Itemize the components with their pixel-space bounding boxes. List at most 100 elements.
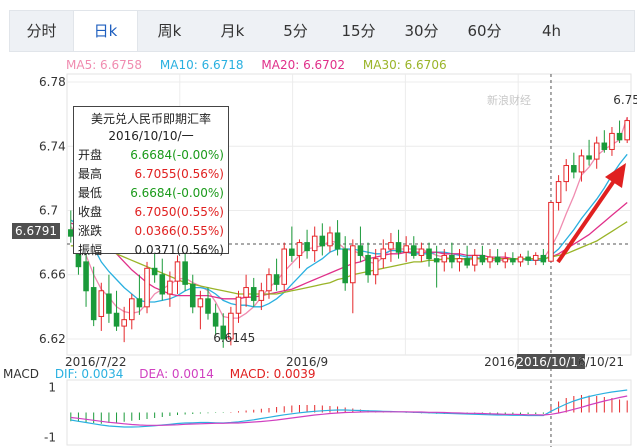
tooltip-row-label: 最低 (78, 186, 103, 200)
candle-body (151, 267, 158, 276)
candle-body (197, 298, 204, 308)
candle-body (502, 258, 509, 263)
candle-body (258, 290, 265, 301)
candle-body (289, 248, 295, 256)
candle-body (571, 165, 577, 173)
candle-body (609, 132, 615, 150)
tooltip-row: 振幅 0.0371(0.56%) (74, 241, 228, 260)
candle-body (212, 312, 219, 327)
macd-value-legend: MACD: 0.0039 (229, 367, 316, 381)
candle-body (418, 248, 425, 256)
candle-body (90, 287, 97, 321)
tooltip-title: 美元兑人民币即期汇率 (90, 112, 211, 126)
trend-arrow-head (605, 163, 626, 188)
tooltip-row-value: 6.6684(-0.00%) (130, 186, 224, 200)
candle-body (388, 242, 394, 250)
tooltip-row-label: 振幅 (78, 243, 103, 257)
candle-body (357, 245, 364, 256)
candle-body (205, 298, 211, 314)
candle-body (441, 254, 448, 263)
candle-body (136, 298, 143, 308)
candle-body (555, 181, 562, 203)
tooltip-row: 开盘 6.6684(-0.00%) (74, 146, 228, 165)
candle-body (235, 296, 242, 314)
candle-body (83, 261, 89, 292)
tooltip-date: 2016/10/10/一 (108, 129, 194, 143)
y-tick-label: 6.74 (39, 139, 66, 153)
candle-body (365, 254, 371, 276)
candle-body (380, 248, 387, 260)
candle-body (563, 165, 570, 183)
candle-body (189, 283, 196, 308)
candle-body (98, 290, 105, 317)
dea-legend: DEA: 0.0014 (139, 367, 214, 381)
dif-line (70, 389, 628, 428)
price-annotation: 6.7581 (613, 93, 637, 107)
candle-body (182, 261, 188, 285)
candle-body (106, 293, 112, 314)
macd-y-tick: -1 (44, 431, 56, 445)
candle-body (578, 155, 585, 173)
macd-y-tick: 1 (48, 381, 56, 395)
tooltip-row: 最低 6.6684(-0.00%) (74, 184, 228, 203)
tooltip-row-label: 涨跌 (78, 224, 103, 238)
candle-body (532, 254, 539, 261)
candle-body (494, 256, 501, 263)
candle-body (540, 254, 547, 263)
y-tick-label: 6.62 (39, 332, 66, 346)
candle-body (174, 261, 181, 282)
candle-body (410, 245, 417, 256)
price-annotation: 6.6145 (213, 331, 255, 345)
candle-body (243, 287, 249, 298)
tooltip-row-value: 6.6684(-0.00%) (130, 148, 224, 162)
candle-body (487, 256, 493, 263)
y-tick-label: 6.78 (39, 75, 66, 89)
candle-body (464, 258, 470, 266)
crosshair-price-label: 6.6791 (12, 223, 60, 239)
tooltip-row-value: 6.7050(0.55%) (134, 205, 224, 219)
candle-body (616, 132, 623, 141)
candle-body (426, 248, 432, 260)
candle-body (319, 235, 326, 247)
candle-body (548, 201, 554, 262)
candle-body (403, 245, 409, 253)
tooltip-row-value: 6.7055(0.56%) (134, 167, 224, 181)
candle-body (479, 254, 486, 263)
x-axis-date-label: 2016/10/10 (516, 355, 585, 369)
y-tick-label: 6.7 (39, 203, 58, 217)
candle-body (121, 319, 127, 327)
tooltip-row-value: 0.0366(0.55%) (134, 224, 224, 238)
candle-body (327, 232, 333, 247)
candle-body (395, 242, 402, 253)
candle-body (510, 258, 516, 263)
macd-legend: MACD DIF: 0.0034 DEA: 0.0014 MACD: 0.003… (3, 367, 328, 381)
candle-info-tooltip: 美元兑人民币即期汇率 2016/10/10/一 开盘 6.6684(-0.00%)… (73, 106, 229, 257)
candle-body (342, 248, 348, 284)
candle-body (601, 142, 608, 150)
candle-body (144, 267, 150, 308)
candle-body (128, 298, 135, 321)
candle-body (281, 248, 288, 285)
candle-body (471, 254, 478, 266)
candle-body (296, 242, 303, 256)
tooltip-rows: 开盘 6.6684(-0.00%) 最高 6.7055(0.56%) 最低 6.6684(… (74, 146, 228, 260)
candle-body (433, 258, 440, 263)
candle-body (449, 254, 455, 263)
macd-title: MACD (3, 367, 39, 381)
x-axis-date-label: 6/10/21 (578, 355, 624, 369)
candle-body (456, 258, 463, 263)
candle-body (525, 256, 531, 261)
candle-body (167, 280, 173, 295)
candle-body (517, 256, 524, 263)
candle-body (586, 155, 592, 160)
y-tick-label: 6.66 (39, 268, 66, 282)
candle-body (113, 312, 120, 327)
tooltip-row-label: 收盘 (78, 205, 103, 219)
candle-body (624, 120, 630, 141)
watermark-text: 新浪财经 (487, 93, 531, 107)
candle-body (311, 235, 318, 252)
tooltip-row: 收盘 6.7050(0.55%) (74, 203, 228, 222)
candle-body (334, 232, 341, 250)
tooltip-row-value: 0.0371(0.56%) (134, 243, 224, 257)
tooltip-row: 涨跌 0.0366(0.55%) (74, 222, 228, 241)
